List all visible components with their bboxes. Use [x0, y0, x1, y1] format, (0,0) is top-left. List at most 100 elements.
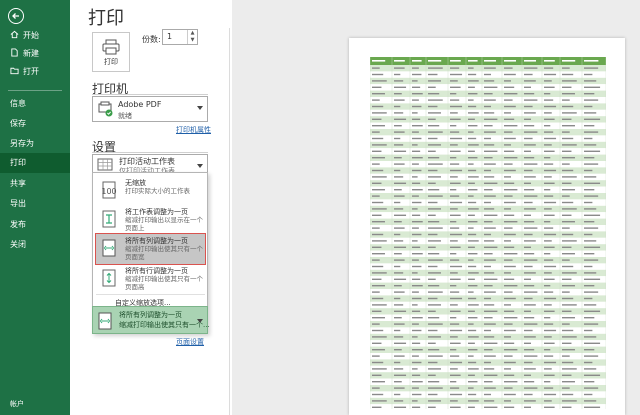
sidebar-item-print[interactable]: 打印: [0, 153, 70, 173]
preview-cell-text: [504, 393, 516, 396]
preview-cell-text: [584, 265, 593, 268]
sidebar-item-share[interactable]: 共享: [0, 174, 70, 194]
sidebar-item-new[interactable]: 新建: [0, 44, 70, 64]
preview-cell-text: [504, 329, 516, 332]
preview-cell-text: [544, 259, 554, 261]
preview-cell-text: [450, 99, 460, 101]
preview-cell-text: [584, 182, 601, 184]
preview-cell-text: [372, 131, 380, 133]
preview-cell-text: [584, 278, 601, 280]
preview-cell-text: [412, 387, 419, 389]
preview-cell-text: [504, 112, 511, 114]
menu-item-fit-columns[interactable]: 将所有列调整为一页 缩减打印输出使其只有一个页面宽: [95, 233, 206, 265]
sidebar-item-open[interactable]: 打开: [0, 62, 70, 82]
preview-cell-text: [584, 208, 597, 210]
preview-cell-text: [584, 195, 599, 197]
preview-cell-text: [412, 374, 421, 376]
sidebar-item-home[interactable]: 开始: [0, 26, 70, 46]
print-what-select[interactable]: 打印活动工作表 仅打印活动工作表: [92, 154, 208, 174]
print-button[interactable]: 打印: [92, 32, 130, 72]
preview-cell-text: [504, 387, 513, 389]
preview-cell-text: [394, 265, 401, 268]
preview-cell-text: [412, 304, 418, 306]
preview-cell-text: [562, 240, 577, 242]
preview-cell-text: [504, 310, 515, 312]
preview-cell-text: [524, 246, 531, 248]
preview-cell-text: [562, 99, 570, 101]
preview-cell-text: [584, 259, 599, 261]
preview-cell-text: [524, 176, 536, 178]
preview-cell-text: [412, 265, 422, 268]
preview-cell-text: [394, 304, 404, 306]
preview-cell-text: [450, 406, 461, 408]
preview-cell-text: [412, 400, 418, 402]
preview-cell-text: [504, 240, 511, 242]
preview-cell-text: [450, 67, 460, 69]
preview-cell-text: [562, 189, 575, 191]
preview-cell-text: [372, 355, 380, 357]
preview-header-text: [468, 60, 478, 62]
preview-cell-text: [504, 253, 518, 255]
printer-select[interactable]: Adobe PDF 就绪: [92, 96, 208, 122]
preview-cell-text: [504, 304, 511, 306]
preview-cell-text: [412, 406, 421, 408]
preview-cell-text: [584, 73, 593, 76]
preview-cell-text: [450, 381, 457, 383]
preview-cell-text: [372, 329, 384, 332]
menu-item-fit-rows[interactable]: 将所有行调整为一页 缩减打印输出使其只有一个页面高: [96, 264, 205, 294]
preview-cell-text: [544, 387, 554, 389]
preview-cell-text: [428, 93, 440, 95]
copies-stepper[interactable]: 1 ▲ ▼: [162, 29, 198, 45]
preview-cell-text: [562, 361, 574, 364]
preview-cell-text: [450, 355, 460, 357]
preview-cell-text: [428, 361, 438, 364]
preview-cell-text: [412, 368, 418, 370]
preview-cell-text: [372, 387, 380, 389]
preview-cell-text: [412, 80, 418, 82]
preview-cell-text: [504, 157, 518, 159]
sidebar-item-save[interactable]: 保存: [0, 114, 70, 134]
preview-cell-text: [504, 406, 515, 408]
preview-cell-text: [428, 99, 443, 101]
preview-cell-text: [428, 349, 440, 351]
scaling-select[interactable]: 将所有列调整为一页 缩减打印输出使其只有一个...: [92, 306, 210, 334]
printer-properties-link[interactable]: 打印机属性: [176, 125, 211, 135]
preview-cell-text: [372, 80, 387, 82]
preview-cell-text: [484, 157, 493, 159]
preview-cell-text: [394, 310, 407, 312]
menu-item-fit-sheet[interactable]: 将工作表调整为一页 缩减打印输出以显示在一个页面上: [96, 205, 205, 235]
preview-cell-text: [584, 361, 593, 364]
preview-cell-text: [428, 176, 441, 178]
preview-cell-text: [468, 259, 474, 261]
sidebar-item-export[interactable]: 导出: [0, 194, 70, 214]
sidebar-item-account[interactable]: 帐户: [10, 399, 24, 409]
preview-cell-text: [394, 317, 402, 319]
preview-cell-text: [562, 176, 577, 178]
preview-cell-text: [524, 291, 538, 293]
menu-item-no-scaling[interactable]: 100 无缩放 打印实际大小的工作表: [96, 176, 205, 206]
preview-cell-text: [544, 374, 555, 376]
back-arrow-button[interactable]: [8, 8, 24, 24]
preview-cell-text: [372, 195, 380, 197]
preview-header-text: [428, 60, 442, 62]
preview-cell-text: [412, 163, 419, 165]
preview-cell-text: [562, 157, 575, 159]
preview-cell-text: [372, 137, 384, 140]
preview-cell-text: [428, 259, 443, 261]
copies-spin-buttons[interactable]: ▲ ▼: [187, 30, 197, 44]
preview-cell-text: [524, 195, 538, 197]
preview-cell-text: [428, 86, 436, 88]
sidebar-item-save-as[interactable]: 另存为: [0, 134, 70, 154]
sidebar-item-close[interactable]: 关闭: [0, 235, 70, 255]
preview-cell-text: [524, 233, 533, 236]
preview-cell-text: [468, 80, 479, 82]
preview-cell-text: [504, 278, 515, 280]
preview-cell-text: [524, 387, 538, 389]
sidebar-item-publish[interactable]: 发布: [0, 215, 70, 235]
page-setup-link[interactable]: 页面设置: [176, 337, 204, 347]
preview-cell-text: [450, 265, 463, 268]
preview-cell-text: [412, 131, 419, 133]
sidebar-item-info[interactable]: 信息: [0, 94, 70, 114]
preview-header-text: [450, 60, 461, 62]
preview-cell-text: [504, 317, 518, 319]
